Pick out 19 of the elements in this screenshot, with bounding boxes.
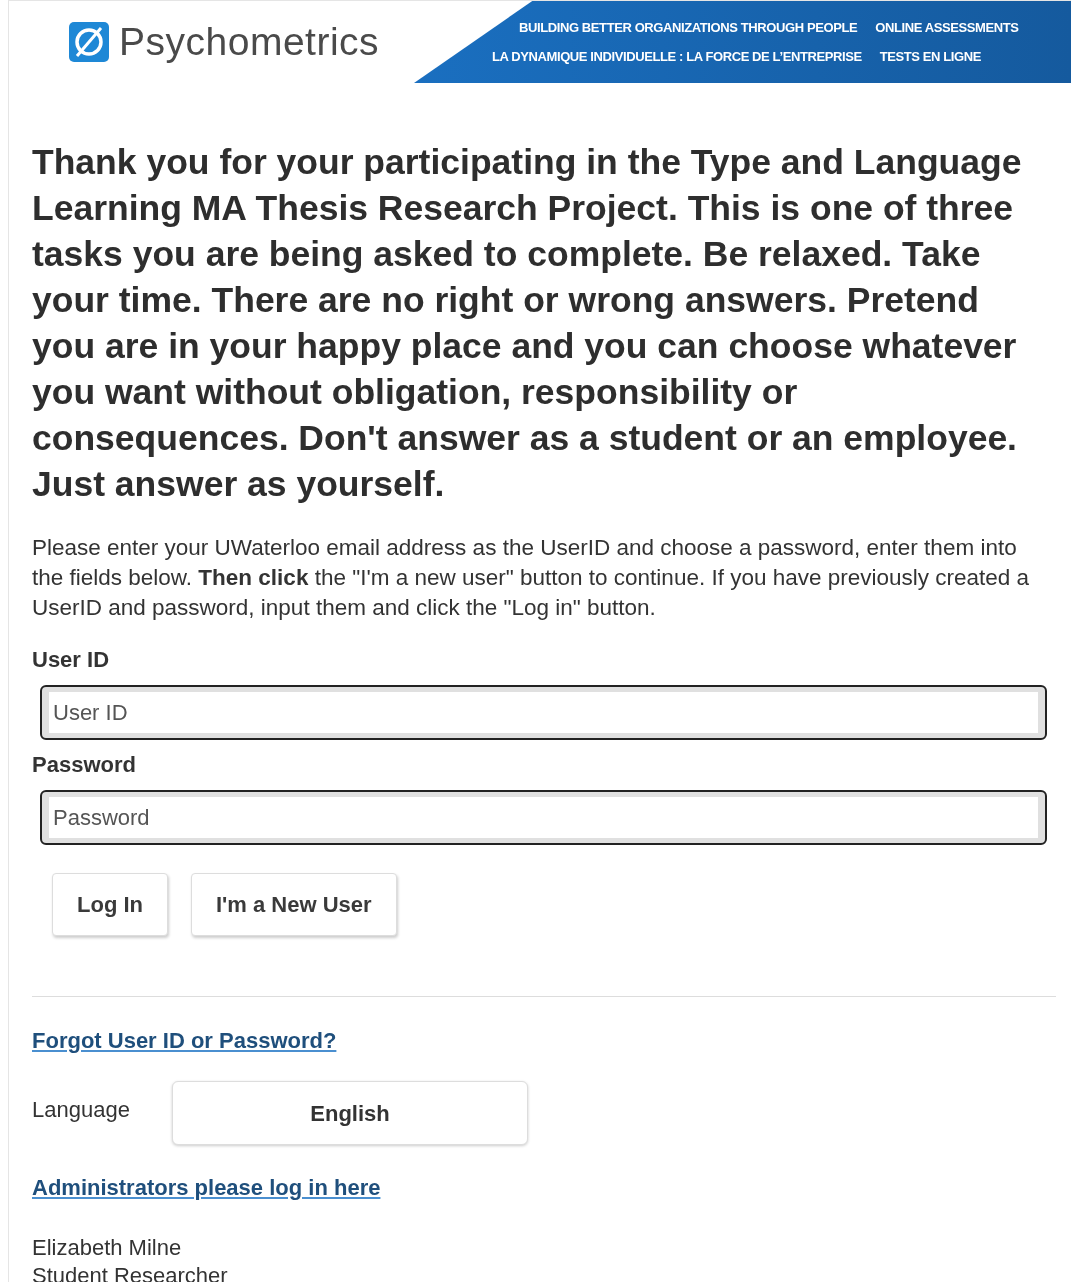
login-button[interactable]: Log In [52,873,168,936]
banner-text: BUILDING BETTER ORGANIZATIONS THROUGH PEOPLE [519,18,858,37]
logo-text: Psychometrics [119,18,380,65]
new-user-button[interactable]: I'm a New User [191,873,397,936]
footer-text: Elizabeth Milne [32,1234,183,1262]
language-label: Language [32,1095,131,1124]
admin-login-link[interactable]: Administrators please log in here [32,1175,381,1200]
field-label: Password [32,751,137,779]
language-button[interactable]: English [172,1081,528,1145]
banner-text: LA DYNAMIQUE INDIVIDUELLE : LA FORCE DE L’ENTREPRISE [492,48,862,66]
input-field[interactable]: User ID [40,685,1047,740]
instructions-text: Please enter your UWaterloo email address as the UserID and choose a password, enter them into the fields below. Then click the "I'm a new user" button to continue. If you have previously created a UserID and password, input them and click the "Log in" button. [32,534,1031,622]
logo-icon [69,22,109,62]
intro-heading: Thank you for your participating in the Type and Language Learning MA Thesis Research Project. This is one of three tasks you are being asked to complete. Be relaxed. Take your time. There are no right or wrong answers. Pretend you are in your happy place and you can choose whatever you want without obligation, responsibility or consequences. Don't answer as a student or an employee. Just answer as yourself. [32,141,1023,506]
banner-text: ONLINE ASSESSMENTS [875,18,1019,37]
banner-text: TESTS EN LIGNE [879,48,981,66]
input-field[interactable]: Password [40,790,1047,845]
field-label: User ID [32,646,111,674]
forgot-credentials-link[interactable]: Forgot User ID or Password? [32,1028,337,1053]
